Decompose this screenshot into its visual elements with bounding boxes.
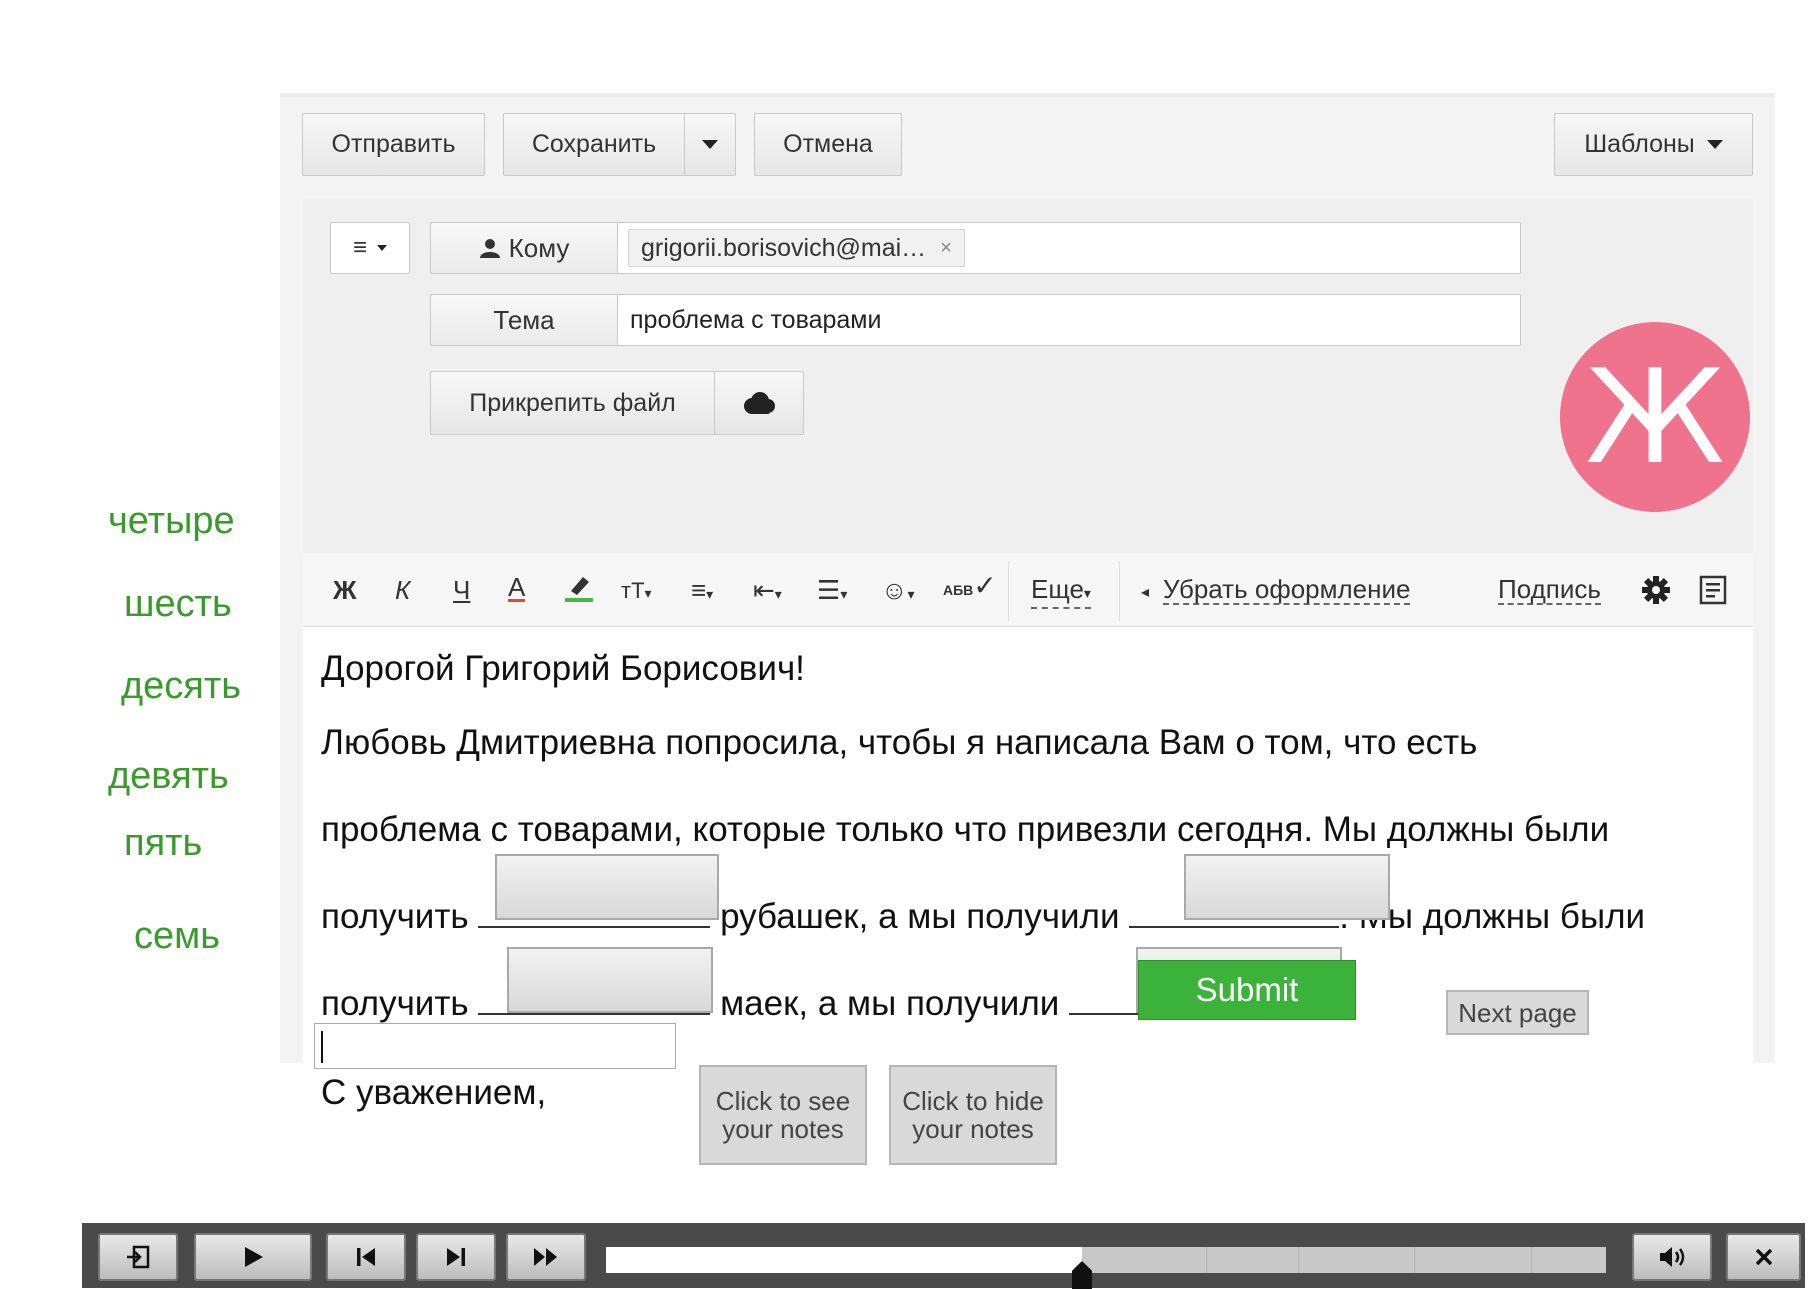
exit-icon xyxy=(127,1245,150,1269)
clear-format-link[interactable]: Убрать оформление xyxy=(1163,575,1411,605)
close-icon[interactable]: × xyxy=(940,237,952,260)
next-page-button[interactable]: Next page xyxy=(1446,990,1589,1035)
word-option[interactable]: семь xyxy=(134,915,220,958)
drop-target-2[interactable] xyxy=(1184,854,1390,920)
font-color-button[interactable]: А xyxy=(508,574,526,602)
cloud-icon xyxy=(744,392,775,414)
attach-file-button[interactable]: Прикрепить файл xyxy=(430,371,715,435)
play-button[interactable] xyxy=(194,1233,312,1281)
recipient-address: grigorii.borisovich@mai… xyxy=(641,233,927,262)
toolbar-divider xyxy=(1008,561,1009,621)
save-dropdown-button[interactable] xyxy=(684,113,736,176)
close-icon xyxy=(1755,1248,1772,1266)
email-client: Отправить Сохранить Отмена Шаблоны ≡ Ком… xyxy=(280,93,1775,1112)
skip-back-button[interactable] xyxy=(326,1233,406,1281)
chevron-down-icon xyxy=(377,245,387,251)
fast-forward-icon xyxy=(534,1248,557,1266)
drop-target-3[interactable] xyxy=(507,947,713,1013)
text-size-label: тТ xyxy=(621,578,645,603)
progress-fill xyxy=(606,1247,1082,1273)
more-button[interactable]: Еще▾ xyxy=(1031,575,1091,609)
progress-tick xyxy=(1414,1247,1415,1273)
fast-forward-button[interactable] xyxy=(506,1233,586,1281)
templates-label: Шаблоны xyxy=(1584,130,1695,158)
bold-button[interactable]: Ж xyxy=(333,575,357,606)
templates-button[interactable]: Шаблоны xyxy=(1554,113,1753,176)
progress-tick xyxy=(1298,1247,1299,1273)
hide-notes-button[interactable]: Click to hide your notes xyxy=(889,1065,1057,1165)
progress-tick xyxy=(1531,1247,1532,1273)
more-label: Еще xyxy=(1031,574,1084,604)
gear-icon[interactable] xyxy=(1641,575,1671,605)
spellcheck-button[interactable]: АБВ✓ xyxy=(943,569,997,602)
indent-icon[interactable]: ⇤▾ xyxy=(753,575,782,606)
word-option[interactable]: девять xyxy=(108,755,229,798)
to-label[interactable]: Кому xyxy=(430,222,618,274)
chevron-down-icon: ▾ xyxy=(1083,585,1091,601)
drop-target-1[interactable] xyxy=(495,854,719,920)
submit-button[interactable]: Submit xyxy=(1138,960,1356,1020)
volume-icon xyxy=(1660,1247,1685,1267)
italic-button[interactable]: К xyxy=(395,575,410,606)
skip-forward-button[interactable] xyxy=(416,1233,496,1281)
letter-line: проблема с товарами, которые только что … xyxy=(321,810,1610,849)
word-option[interactable]: четыре xyxy=(108,500,235,543)
toolbar-divider xyxy=(1119,561,1120,621)
word-option[interactable]: шесть xyxy=(124,583,232,626)
letter-closing: С уважением, xyxy=(321,1073,547,1112)
subject-label: Тема xyxy=(430,294,618,346)
letter-text: получить xyxy=(321,984,469,1023)
letter-text: маек, а мы получили xyxy=(720,984,1060,1023)
subject-label-text: Тема xyxy=(493,304,555,335)
compose-panel: ≡ Кому grigorii.borisovich@mai… × Тема п… xyxy=(303,199,1753,1112)
progress-track[interactable] xyxy=(606,1247,1606,1289)
underline-button[interactable]: Ч xyxy=(453,575,470,606)
hamburger-icon: ≡ xyxy=(352,234,367,261)
highlight-icon[interactable] xyxy=(563,573,595,603)
signature-input[interactable] xyxy=(314,1023,676,1069)
align-icon[interactable]: ≡▾ xyxy=(691,575,713,606)
avatar: Ж xyxy=(1560,322,1750,512)
progress-tick xyxy=(1206,1247,1207,1273)
letter-text: получить xyxy=(321,897,469,936)
subject-field[interactable]: проблема с товарами xyxy=(618,294,1521,346)
to-field[interactable]: grigorii.borisovich@mai… × xyxy=(618,222,1521,274)
see-notes-button[interactable]: Click to see your notes xyxy=(699,1065,867,1165)
template-icon[interactable] xyxy=(1699,575,1727,605)
spellcheck-label: АБВ xyxy=(943,582,974,598)
chevron-down-icon: ▾ xyxy=(644,585,652,601)
skip-back-icon xyxy=(357,1248,375,1266)
save-button[interactable]: Сохранить xyxy=(503,113,685,176)
recipient-chip[interactable]: grigorii.borisovich@mai… × xyxy=(628,229,965,267)
format-toolbar: Ж К Ч А тТ▾ ≡▾ ⇤▾ ☰▾ ☺▾ АБВ✓ Еще▾ ◂ Убра… xyxy=(303,553,1753,627)
volume-button[interactable] xyxy=(1632,1233,1712,1281)
player-bar xyxy=(82,1223,1805,1289)
text-size-button[interactable]: тТ▾ xyxy=(621,578,652,604)
letter-text: рубашек, а мы получили xyxy=(720,897,1120,936)
signature-link[interactable]: Подпись xyxy=(1498,575,1601,605)
list-icon[interactable]: ☰▾ xyxy=(817,575,847,606)
cancel-button[interactable]: Отмена xyxy=(754,113,902,176)
person-icon xyxy=(479,239,500,258)
cloud-attach-button[interactable] xyxy=(714,371,804,435)
word-option[interactable]: пять xyxy=(124,822,202,865)
check-icon: ✓ xyxy=(973,570,997,601)
chevron-left-icon: ◂ xyxy=(1141,584,1150,601)
play-icon xyxy=(245,1247,263,1267)
to-label-text: Кому xyxy=(508,232,570,263)
letter-line: Любовь Дмитриевна попросила, чтобы я нап… xyxy=(321,723,1478,762)
skip-forward-icon xyxy=(447,1248,465,1266)
send-button[interactable]: Отправить xyxy=(302,113,485,176)
close-player-button[interactable] xyxy=(1726,1233,1801,1281)
fields-menu-button[interactable]: ≡ xyxy=(330,222,410,274)
exit-button[interactable] xyxy=(98,1233,178,1281)
emoji-icon[interactable]: ☺▾ xyxy=(881,575,915,606)
text-cursor xyxy=(321,1031,323,1063)
chevron-down-icon xyxy=(1706,140,1723,149)
chevron-down-icon xyxy=(702,140,718,149)
word-option[interactable]: десять xyxy=(121,665,241,708)
letter-greeting: Дорогой Григорий Борисович! xyxy=(321,649,805,688)
